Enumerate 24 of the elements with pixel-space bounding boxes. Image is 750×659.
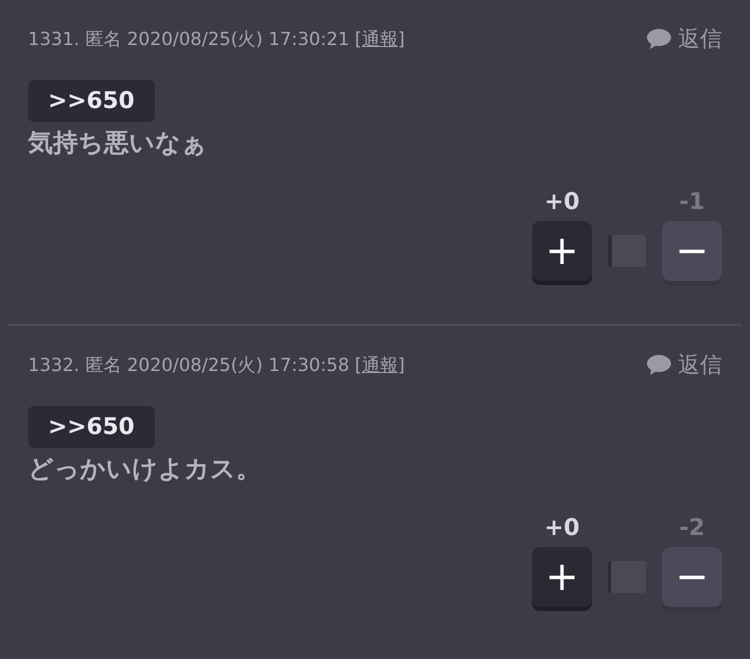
speech-bubble-icon bbox=[646, 353, 672, 377]
upvote-button[interactable]: + bbox=[532, 221, 592, 281]
reply-anchor-link[interactable]: >>650 bbox=[28, 80, 155, 122]
report-link[interactable]: 通報 bbox=[362, 353, 398, 377]
bracket: [ bbox=[354, 355, 362, 376]
bracket: ] bbox=[398, 29, 405, 50]
post-meta: 1331. 匿名 2020/08/25(火) 17:30:21 bbox=[28, 28, 350, 51]
comment-text: 気持ち悪いなぁ bbox=[28, 127, 208, 159]
bracket: ] bbox=[398, 355, 405, 376]
upvote-count: +0 bbox=[544, 189, 580, 215]
reply-button[interactable]: 返信 bbox=[646, 24, 722, 54]
upvote-count: +0 bbox=[544, 515, 580, 541]
speech-bubble-icon bbox=[646, 27, 672, 51]
comment-text: どっかいけよカス。 bbox=[28, 453, 262, 485]
downvote-button[interactable]: − bbox=[662, 547, 722, 607]
report-link[interactable]: 通報 bbox=[362, 27, 398, 51]
downvote-count: -1 bbox=[679, 189, 705, 215]
reply-anchor-link[interactable]: >>650 bbox=[28, 406, 155, 448]
upvote-button[interactable]: + bbox=[532, 547, 592, 607]
downvote-count: -2 bbox=[679, 515, 705, 541]
post-meta: 1332. 匿名 2020/08/25(火) 17:30:58 bbox=[28, 354, 350, 377]
reply-button[interactable]: 返信 bbox=[646, 350, 722, 380]
downvote-button[interactable]: − bbox=[662, 221, 722, 281]
bracket: [ bbox=[354, 29, 362, 50]
